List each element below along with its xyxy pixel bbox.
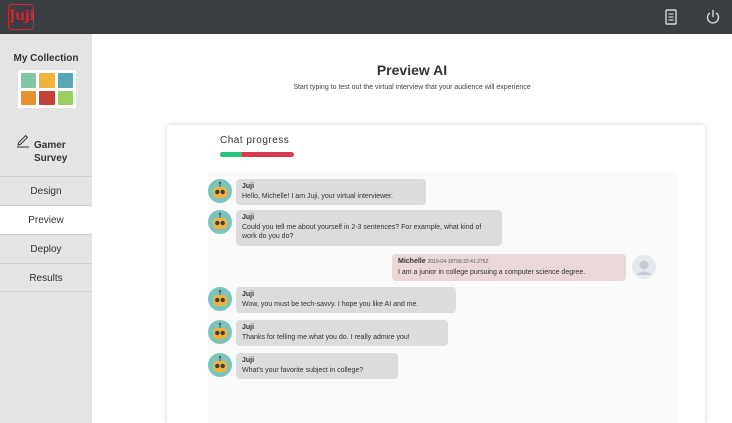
pencil-icon[interactable] (16, 134, 30, 148)
message-text: Thanks for telling me what you do. I rea… (242, 333, 410, 341)
message-text: Hello, Michelle! I am Juji, your virtual… (242, 192, 393, 200)
sidebar-item-design[interactable]: Design (0, 176, 92, 205)
chat-progress-bar (220, 152, 294, 157)
my-collection[interactable]: My Collection (0, 34, 92, 122)
sidebar-item-results[interactable]: Results (0, 263, 92, 292)
juji-logo[interactable]: Juji (8, 4, 35, 30)
robot-avatar-icon (208, 287, 232, 311)
message-text: What's your favorite subject in college? (242, 366, 364, 374)
top-bar: Juji (0, 0, 732, 34)
sidebar-item-deploy[interactable]: Deploy (0, 234, 92, 263)
message-text: I am a junior in college pursuing a comp… (398, 268, 586, 276)
bot-message-bubble: Juji Wow, you must be tech-savvy. I hope… (236, 287, 456, 313)
message-sender: Juji (242, 214, 255, 221)
message-sender: Juji (242, 291, 255, 298)
chat-area[interactable]: Juji Hello, Michelle! I am Juji, your vi… (208, 172, 678, 423)
survey-name: Gamer Survey (34, 140, 68, 164)
page-subtitle: Start typing to test out the virtual int… (293, 84, 531, 91)
progress-label: Chat progress (220, 135, 290, 146)
bot-message-bubble: Juji Thanks for telling me what you do. … (236, 320, 448, 346)
robot-avatar-icon (208, 320, 232, 344)
page-title: Preview AI (376, 62, 448, 78)
power-icon[interactable] (704, 8, 722, 26)
robot-avatar-icon (208, 210, 232, 234)
progress-fill (220, 152, 243, 157)
message-timestamp: 2019-04-18T06:22:41.275Z (427, 259, 489, 265)
collection-title: My Collection (13, 53, 79, 64)
document-icon[interactable] (662, 8, 680, 26)
sidebar: My Collection Gamer Survey Design Previe… (0, 34, 92, 423)
user-message-bubble: Michelle 2019-04-18T06:22:41.275Z I am a … (392, 254, 626, 281)
bot-message-bubble: Juji Hello, Michelle! I am Juji, your vi… (236, 179, 426, 205)
chat-card: Chat progress Juji Hello, Michelle! I am… (167, 125, 705, 423)
user-avatar-icon (632, 255, 656, 279)
sidebar-nav: Design Preview Deploy Results (0, 176, 92, 292)
survey-title[interactable]: Gamer Survey (0, 132, 92, 172)
bot-message-bubble: Juji Could you tell me about yourself in… (236, 210, 502, 246)
message-sender: Michelle (398, 258, 426, 265)
message-sender: Juji (242, 183, 255, 190)
robot-avatar-icon (208, 179, 232, 203)
message-text: Wow, you must be tech-savvy. I hope you … (242, 300, 419, 308)
message-sender: Juji (242, 357, 255, 364)
message-text: Could you tell me about yourself in 2-3 … (242, 223, 482, 241)
robot-avatar-icon (208, 353, 232, 377)
collection-thumbnail[interactable] (18, 70, 76, 108)
message-sender: Juji (242, 324, 255, 331)
bot-message-bubble: Juji What's your favorite subject in col… (236, 353, 398, 379)
sidebar-item-preview[interactable]: Preview (0, 205, 92, 234)
